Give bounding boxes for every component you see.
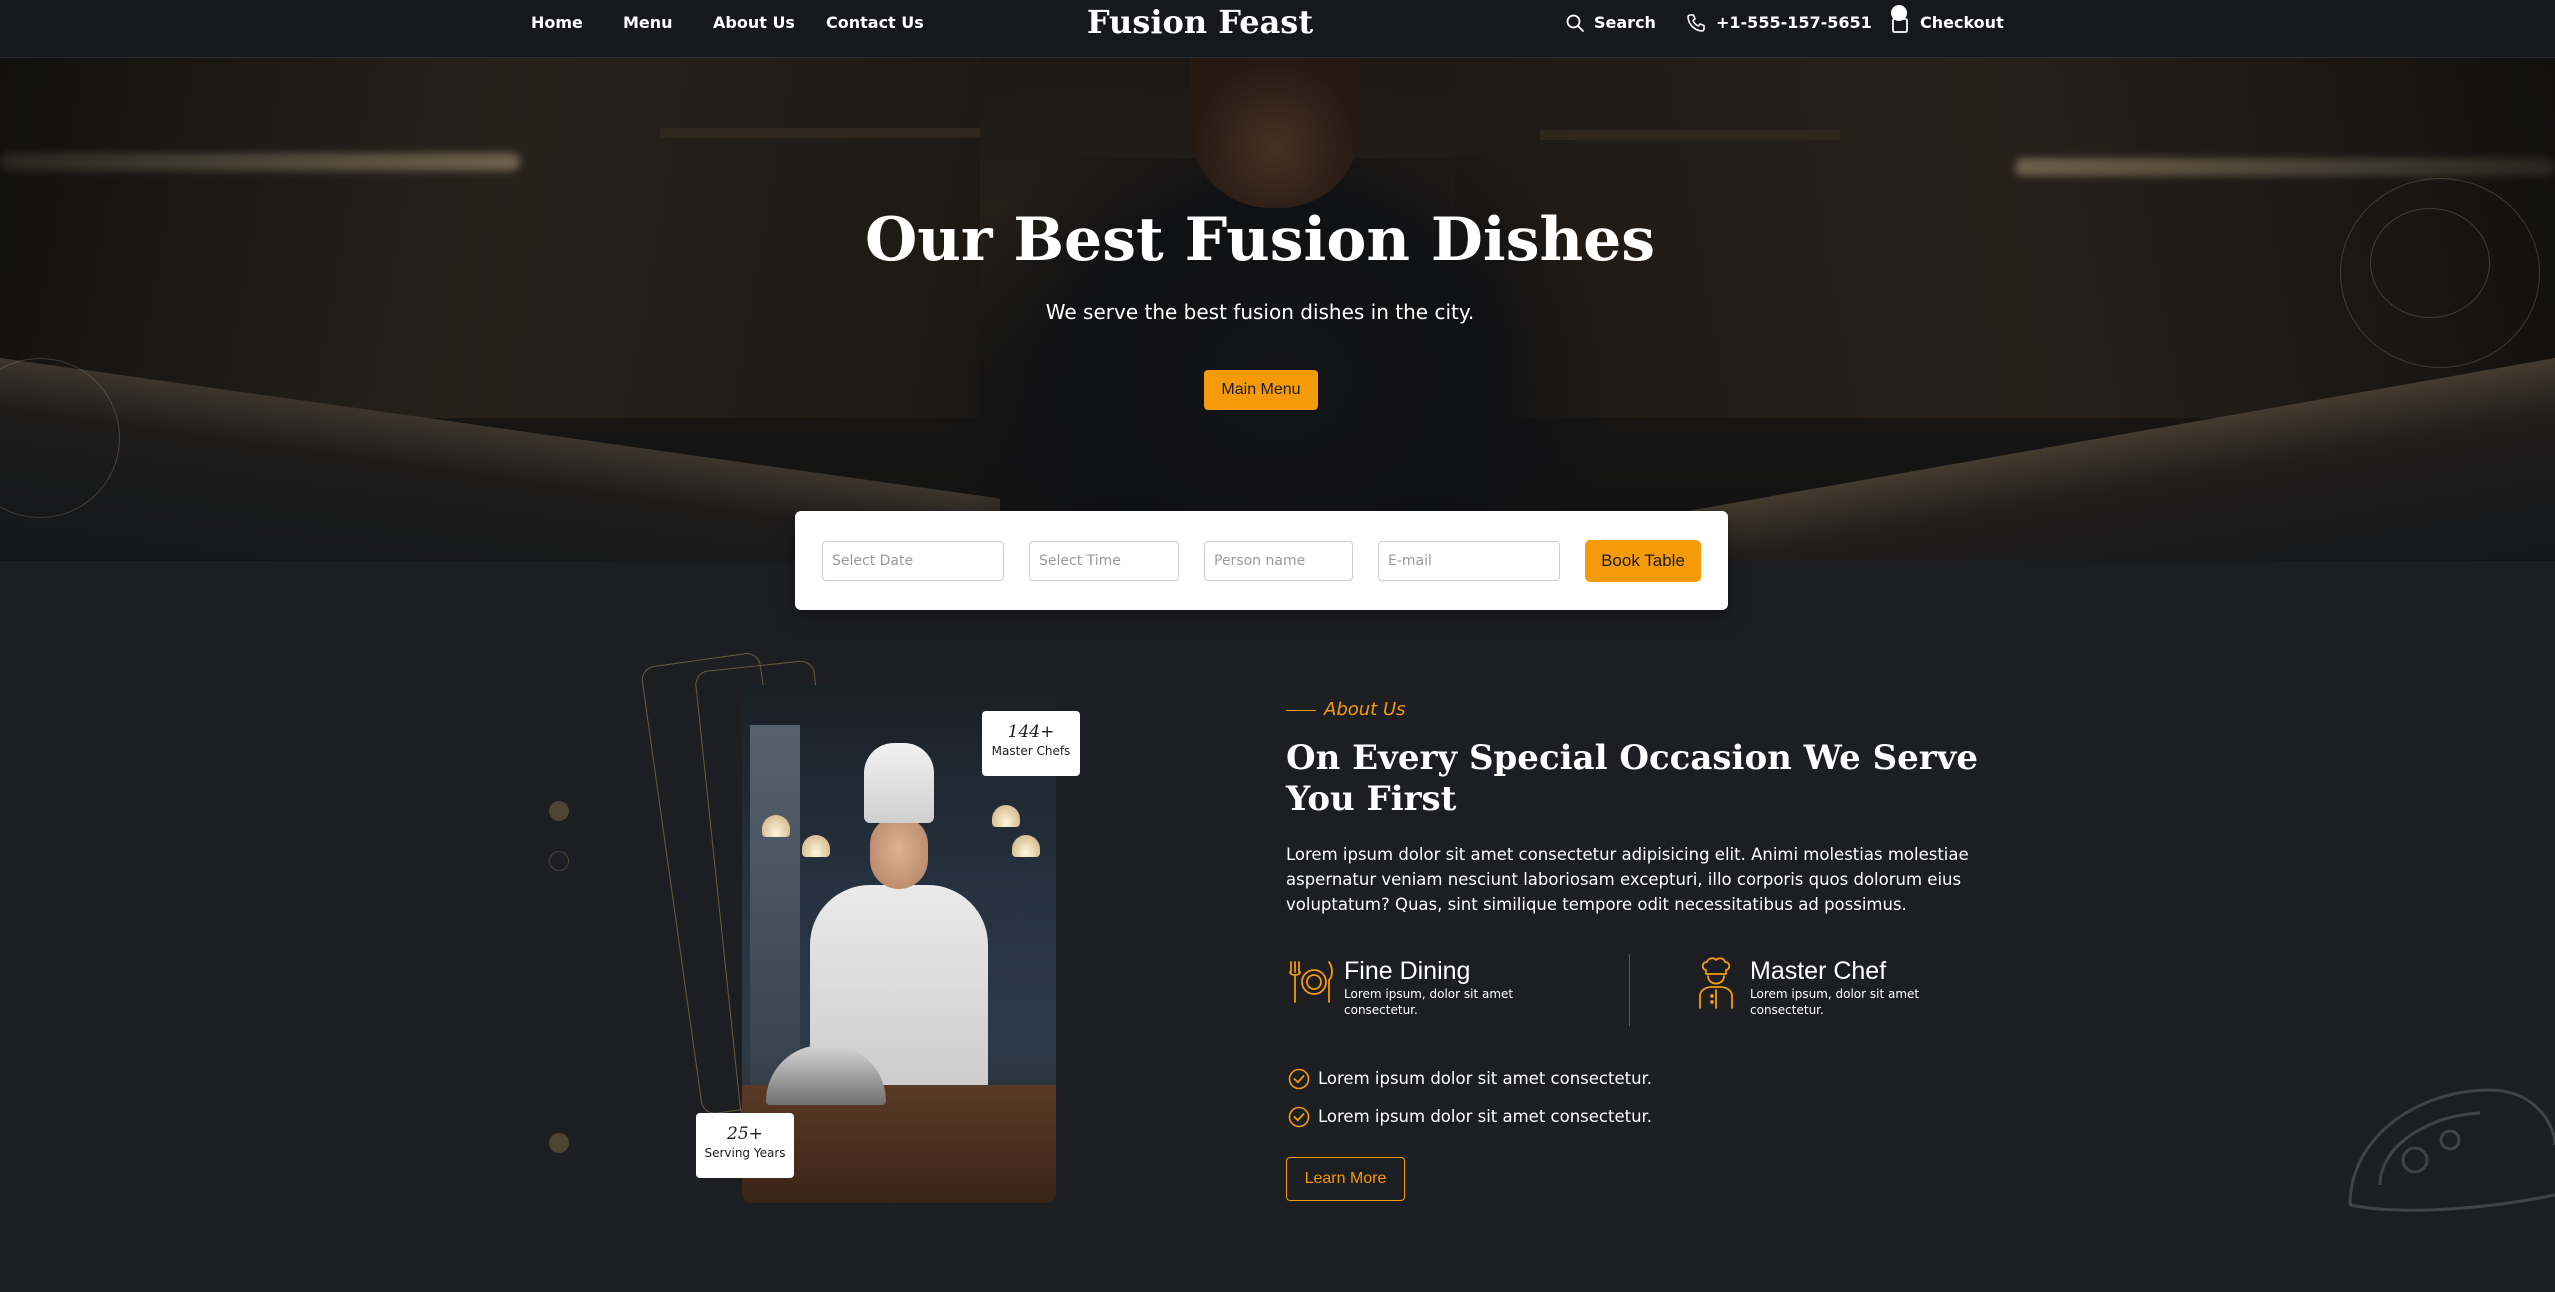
time-input[interactable] [1029,541,1179,581]
nav-link-home[interactable]: Home [531,12,583,34]
chef-face [870,817,928,889]
feature-title: Master Chef [1750,957,1887,985]
kicker-text: About Us [1324,699,1406,720]
about-kicker: About Us [1286,698,1406,722]
booking-form: Book Table [795,511,1728,610]
dining-icon [1289,961,1333,1003]
date-input[interactable] [822,541,1004,581]
feature-master-chef: Master Chef Lorem ipsum, dolor sit amet … [1692,956,1930,1018]
top-navbar: Home Menu About Us Contact Us Fusion Fea… [0,0,2555,58]
pendant-lamp [762,815,790,837]
nav-link-about[interactable]: About Us [713,12,795,34]
learn-more-button[interactable]: Learn More [1286,1157,1405,1201]
nav-link-contact[interactable]: Contact Us [826,12,924,34]
stat-number: 144+ [1007,722,1055,742]
decorative-dot [549,801,569,821]
phone-number: +1-555-157-5651 [1716,13,1872,32]
check-list-item: Lorem ipsum dolor sit amet consectetur. [1288,1068,1652,1090]
feature-title: Fine Dining [1344,957,1471,985]
person-name-input[interactable] [1204,541,1353,581]
pendant-lamp [992,805,1020,827]
stat-label: Master Chefs [991,744,1071,758]
search-link[interactable]: Search [1566,10,1656,36]
decorative-dot [549,1133,569,1153]
hero-section: Our Best Fusion Dishes We serve the best… [0,58,2555,561]
decorative-dot [549,851,569,871]
checkout-label: Checkout [1920,13,2004,32]
kicker-line [1286,709,1316,711]
search-label: Search [1594,13,1656,32]
pendant-lamp [1012,835,1040,857]
hero-title: Our Best Fusion Dishes [864,205,1656,275]
book-table-button[interactable]: Book Table [1585,540,1701,582]
search-icon [1566,14,1584,32]
stat-label: Serving Years [704,1146,786,1160]
master-chefs-stat: 144+ Master Chefs [982,711,1080,776]
check-text: Lorem ipsum dolor sit amet consectetur. [1318,1107,1653,1126]
email-input[interactable] [1378,541,1560,581]
feature-divider [1629,954,1630,1026]
chef-hat [864,743,934,823]
hero-subtitle: We serve the best fusion dishes in the c… [1045,300,1475,324]
phone-icon [1687,14,1705,32]
feature-fine-dining: Fine Dining Lorem ipsum, dolor sit amet … [1286,956,1524,1018]
main-menu-button[interactable]: Main Menu [1204,370,1318,410]
cart-count-badge: 0 [1891,5,1907,21]
about-title: On Every Special Occasion We Serve You F… [1286,738,1979,819]
about-description: Lorem ipsum dolor sit amet consectetur a… [1286,845,1969,914]
brand-logo[interactable]: Fusion Feast [1060,2,1340,42]
feature-text: Lorem ipsum, dolor sit amet consectetur. [1344,987,1514,1017]
taco-doodle-icon [2348,1088,2555,1212]
check-circle-icon [1288,1106,1310,1128]
phone-link[interactable]: +1-555-157-5651 [1686,10,1872,36]
check-text: Lorem ipsum dolor sit amet consectetur. [1318,1069,1653,1088]
restaurant-window [750,725,800,1085]
serving-years-stat: 25+ Serving Years [696,1113,794,1178]
check-list-item: Lorem ipsum dolor sit amet consectetur. [1288,1106,1652,1128]
pendant-lamp [802,835,830,857]
check-circle-icon [1288,1068,1310,1090]
feature-text: Lorem ipsum, dolor sit amet consectetur. [1750,987,1920,1017]
chef-icon [1699,957,1733,1009]
checkout-link[interactable]: Checkout [1890,10,2004,36]
stat-number: 25+ [727,1124,763,1144]
nav-link-menu[interactable]: Menu [623,12,673,34]
